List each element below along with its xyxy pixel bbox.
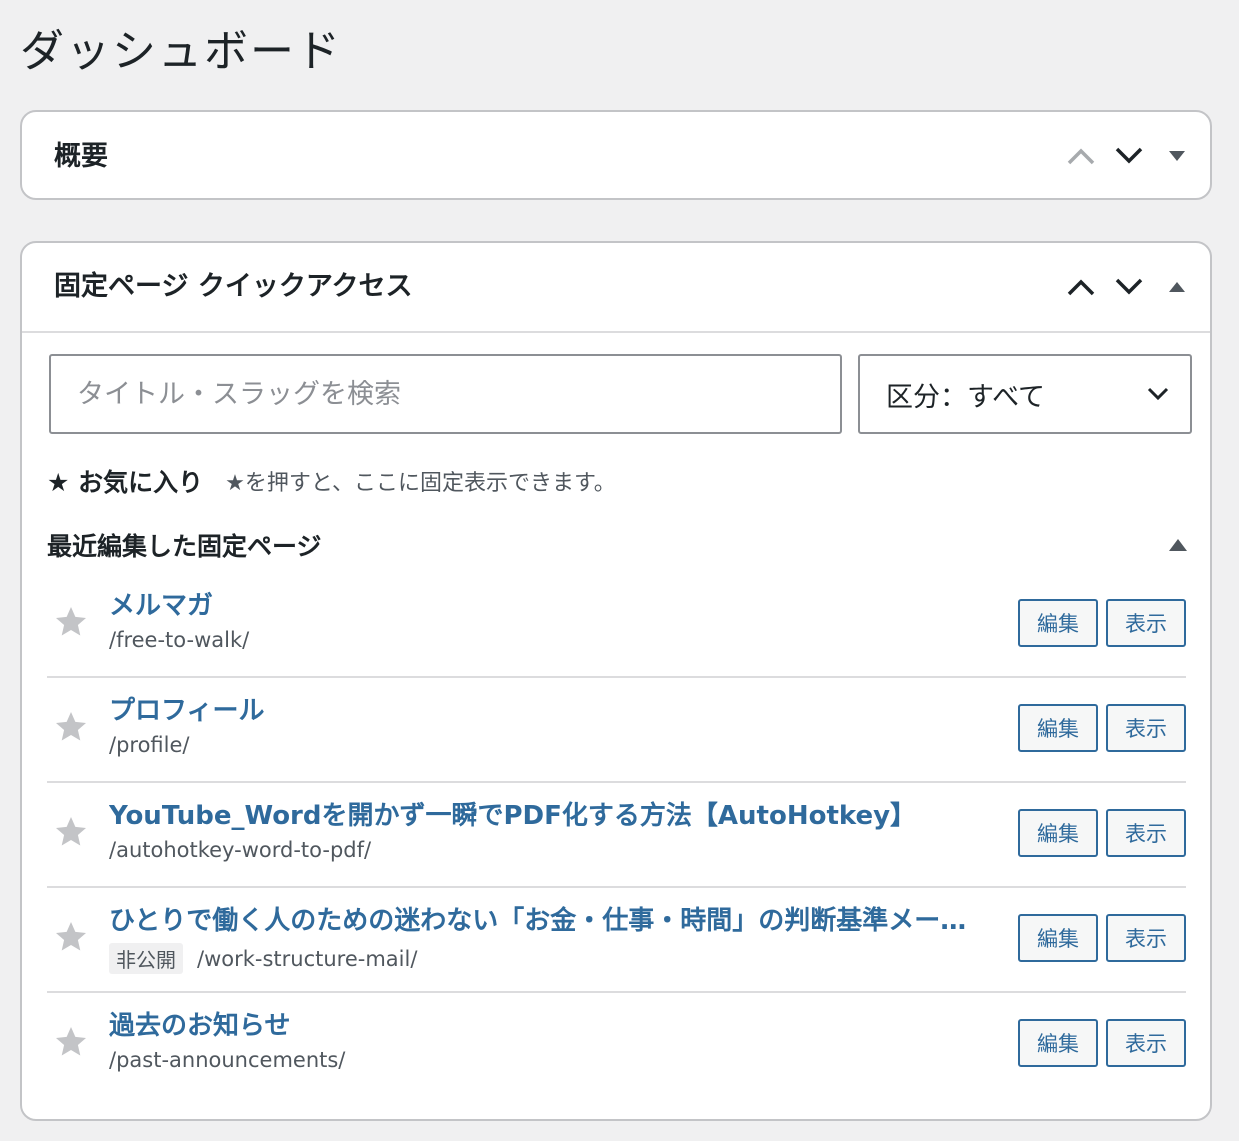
chevron-down-icon xyxy=(1147,387,1169,401)
overview-move-up-button[interactable] xyxy=(1060,135,1102,177)
page-title-link[interactable]: YouTube_Wordを開かず一瞬でPDF化する方法【AutoHotkey】 xyxy=(109,795,916,832)
page-meta: /profile/ xyxy=(109,733,189,757)
page-title: ダッシュボード xyxy=(20,26,342,77)
chevron-down-icon xyxy=(1115,147,1143,164)
favorites-row: ★ お気に入り ★を押すと、ここに固定表示できます。 xyxy=(47,461,616,501)
row-actions: 編集 表示 xyxy=(1018,914,1186,962)
page-meta: /free-to-walk/ xyxy=(109,628,249,652)
overview-title: 概要 xyxy=(54,141,108,172)
row-actions: 編集 表示 xyxy=(1018,809,1186,857)
row-actions: 編集 表示 xyxy=(1018,704,1186,752)
star-icon xyxy=(56,606,86,635)
page-meta: /past-announcements/ xyxy=(109,1048,345,1072)
overview-header: 概要 xyxy=(22,112,1210,200)
quick-access-title: 固定ページ クイックアクセス xyxy=(54,271,413,302)
quick-access-header: 固定ページ クイックアクセス xyxy=(22,243,1210,333)
list-item: YouTube_Wordを開かず一瞬でPDF化する方法【AutoHotkey】 … xyxy=(47,783,1186,888)
view-button[interactable]: 表示 xyxy=(1106,809,1186,857)
edit-button[interactable]: 編集 xyxy=(1018,599,1098,647)
quick-access-move-down-button[interactable] xyxy=(1108,266,1150,308)
page-title-link[interactable]: プロフィール xyxy=(109,690,264,727)
page-slug: /work-structure-mail/ xyxy=(197,946,418,971)
list-item: メルマガ /free-to-walk/ 編集 表示 xyxy=(47,573,1186,678)
favorite-star-button[interactable] xyxy=(51,813,91,853)
page-title-link[interactable]: メルマガ xyxy=(109,585,213,622)
chevron-up-icon xyxy=(1067,279,1095,296)
overview-postbox: 概要 xyxy=(20,110,1212,200)
chevron-up-icon xyxy=(1067,148,1095,165)
caret-up-icon xyxy=(1169,282,1185,292)
favorite-star-button[interactable] xyxy=(51,708,91,748)
recent-pages-title: 最近編集した固定ページ xyxy=(47,532,322,561)
quick-access-handle-actions xyxy=(1060,243,1198,331)
page-slug: /autohotkey-word-to-pdf/ xyxy=(109,838,372,862)
overview-toggle-button[interactable] xyxy=(1156,135,1198,177)
page-slug: /profile/ xyxy=(109,733,190,757)
caret-down-icon xyxy=(1169,151,1185,161)
page-meta: /autohotkey-word-to-pdf/ xyxy=(109,838,371,862)
recent-pages-list: メルマガ /free-to-walk/ 編集 表示 プロフィール /profil… xyxy=(47,573,1186,1096)
view-button[interactable]: 表示 xyxy=(1106,1019,1186,1067)
edit-button[interactable]: 編集 xyxy=(1018,809,1098,857)
quick-access-move-up-button[interactable] xyxy=(1060,266,1102,308)
star-icon xyxy=(56,1026,86,1055)
row-actions: 編集 表示 xyxy=(1018,599,1186,647)
recent-pages-header[interactable]: 最近編集した固定ページ xyxy=(47,525,1188,565)
page-slug: /past-announcements/ xyxy=(109,1048,346,1072)
favorites-label: ★ お気に入り xyxy=(47,468,204,497)
favorite-star-button[interactable] xyxy=(51,603,91,643)
star-icon xyxy=(56,921,86,950)
search-input[interactable] xyxy=(49,354,842,434)
caret-up-icon xyxy=(1169,539,1187,551)
status-badge: 非公開 xyxy=(109,943,183,974)
page-slug: /free-to-walk/ xyxy=(109,628,250,652)
chevron-down-icon xyxy=(1115,278,1143,295)
view-button[interactable]: 表示 xyxy=(1106,914,1186,962)
view-button[interactable]: 表示 xyxy=(1106,704,1186,752)
list-item: ひとりで働く人のための迷わない「お金・仕事・時間」の判断基準メール... 非公開… xyxy=(47,888,1186,993)
page-meta: 非公開 /work-structure-mail/ xyxy=(109,943,417,974)
star-icon xyxy=(56,711,86,740)
category-filter-select[interactable]: 区分：すべて xyxy=(858,354,1192,434)
edit-button[interactable]: 編集 xyxy=(1018,914,1098,962)
favorite-star-button[interactable] xyxy=(51,1023,91,1063)
row-actions: 編集 表示 xyxy=(1018,1019,1186,1067)
page-title-link[interactable]: 過去のお知らせ xyxy=(109,1005,290,1042)
list-item: 過去のお知らせ /past-announcements/ 編集 表示 xyxy=(47,993,1186,1096)
quick-access-postbox: 固定ページ クイックアクセス 区分：すべて ★ お気に入り ★を押すと、ここに固… xyxy=(20,241,1212,1121)
favorite-star-button[interactable] xyxy=(51,918,91,958)
overview-handle-actions xyxy=(1060,112,1198,200)
favorites-hint: ★を押すと、ここに固定表示できます。 xyxy=(225,471,616,496)
edit-button[interactable]: 編集 xyxy=(1018,704,1098,752)
page-title-link[interactable]: ひとりで働く人のための迷わない「お金・仕事・時間」の判断基準メール... xyxy=(109,900,989,937)
overview-move-down-button[interactable] xyxy=(1108,135,1150,177)
view-button[interactable]: 表示 xyxy=(1106,599,1186,647)
quick-access-toggle-button[interactable] xyxy=(1156,266,1198,308)
category-filter-value: 区分：すべて xyxy=(886,381,1046,413)
list-item: プロフィール /profile/ 編集 表示 xyxy=(47,678,1186,783)
edit-button[interactable]: 編集 xyxy=(1018,1019,1098,1067)
star-icon xyxy=(56,816,86,845)
